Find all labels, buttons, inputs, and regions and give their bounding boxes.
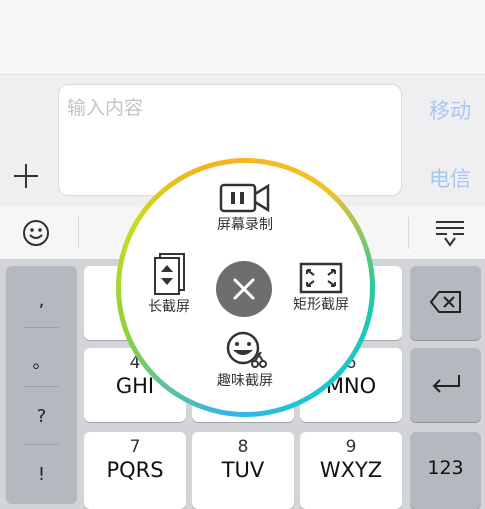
symbol-key[interactable]: , (6, 290, 77, 311)
rect-screenshot-label: 矩形截屏 (293, 297, 349, 313)
symbol-divider (24, 386, 59, 387)
emoji-icon[interactable] (10, 207, 62, 259)
fun-screenshot-option[interactable]: 趣味截屏 (204, 330, 286, 390)
symbol-key[interactable]: 。 (6, 348, 77, 374)
symbol-key[interactable]: ! (6, 464, 77, 485)
key-number: 8 (237, 437, 249, 457)
backspace-key[interactable] (410, 266, 481, 340)
rect-screenshot-option[interactable]: 矩形截屏 (283, 262, 359, 314)
long-screenshot-option[interactable]: 长截屏 (138, 252, 200, 316)
close-icon (233, 278, 255, 300)
key-letters: PQRS (106, 458, 164, 482)
symbol-divider (24, 327, 59, 328)
rectangle-screenshot-icon (299, 262, 343, 294)
screen-record-option[interactable]: 屏幕录制 (204, 182, 286, 234)
key-123-label: 123 (427, 457, 464, 479)
long-screenshot-icon (154, 253, 185, 295)
input-placeholder: 输入内容 (67, 97, 144, 119)
toolbar-divider (408, 217, 409, 249)
video-camera-icon (219, 183, 270, 213)
key-number: 9 (345, 437, 357, 457)
key-123[interactable]: 123 (410, 432, 481, 509)
enter-icon (432, 375, 460, 393)
key-7[interactable]: 7 PQRS (84, 432, 186, 509)
key-9[interactable]: 9 WXYZ (300, 432, 402, 509)
screen-record-label: 屏幕录制 (217, 217, 273, 233)
symbol-column: , 。 ? ! (6, 266, 77, 504)
long-screenshot-label: 长截屏 (148, 299, 190, 315)
key-letters: TUV (221, 458, 265, 482)
carrier-telecom-button[interactable]: 电信 (429, 163, 471, 193)
collapse-keyboard-icon[interactable] (420, 207, 480, 259)
symbol-divider (24, 444, 59, 445)
backspace-icon (429, 291, 461, 313)
top-bar (0, 0, 485, 75)
symbol-key[interactable]: ? (6, 406, 77, 427)
carrier-mobile-button[interactable]: 移动 (429, 95, 471, 125)
funny-face-scissors-icon (226, 331, 267, 368)
toolbar-divider (78, 217, 79, 249)
key-8[interactable]: 8 TUV (192, 432, 294, 509)
close-menu-button[interactable] (216, 261, 272, 317)
enter-key[interactable] (410, 348, 481, 422)
key-letters: WXYZ (319, 458, 383, 482)
key-number: 7 (129, 437, 141, 457)
fun-screenshot-label: 趣味截屏 (217, 373, 273, 389)
plus-icon[interactable] (12, 162, 40, 190)
